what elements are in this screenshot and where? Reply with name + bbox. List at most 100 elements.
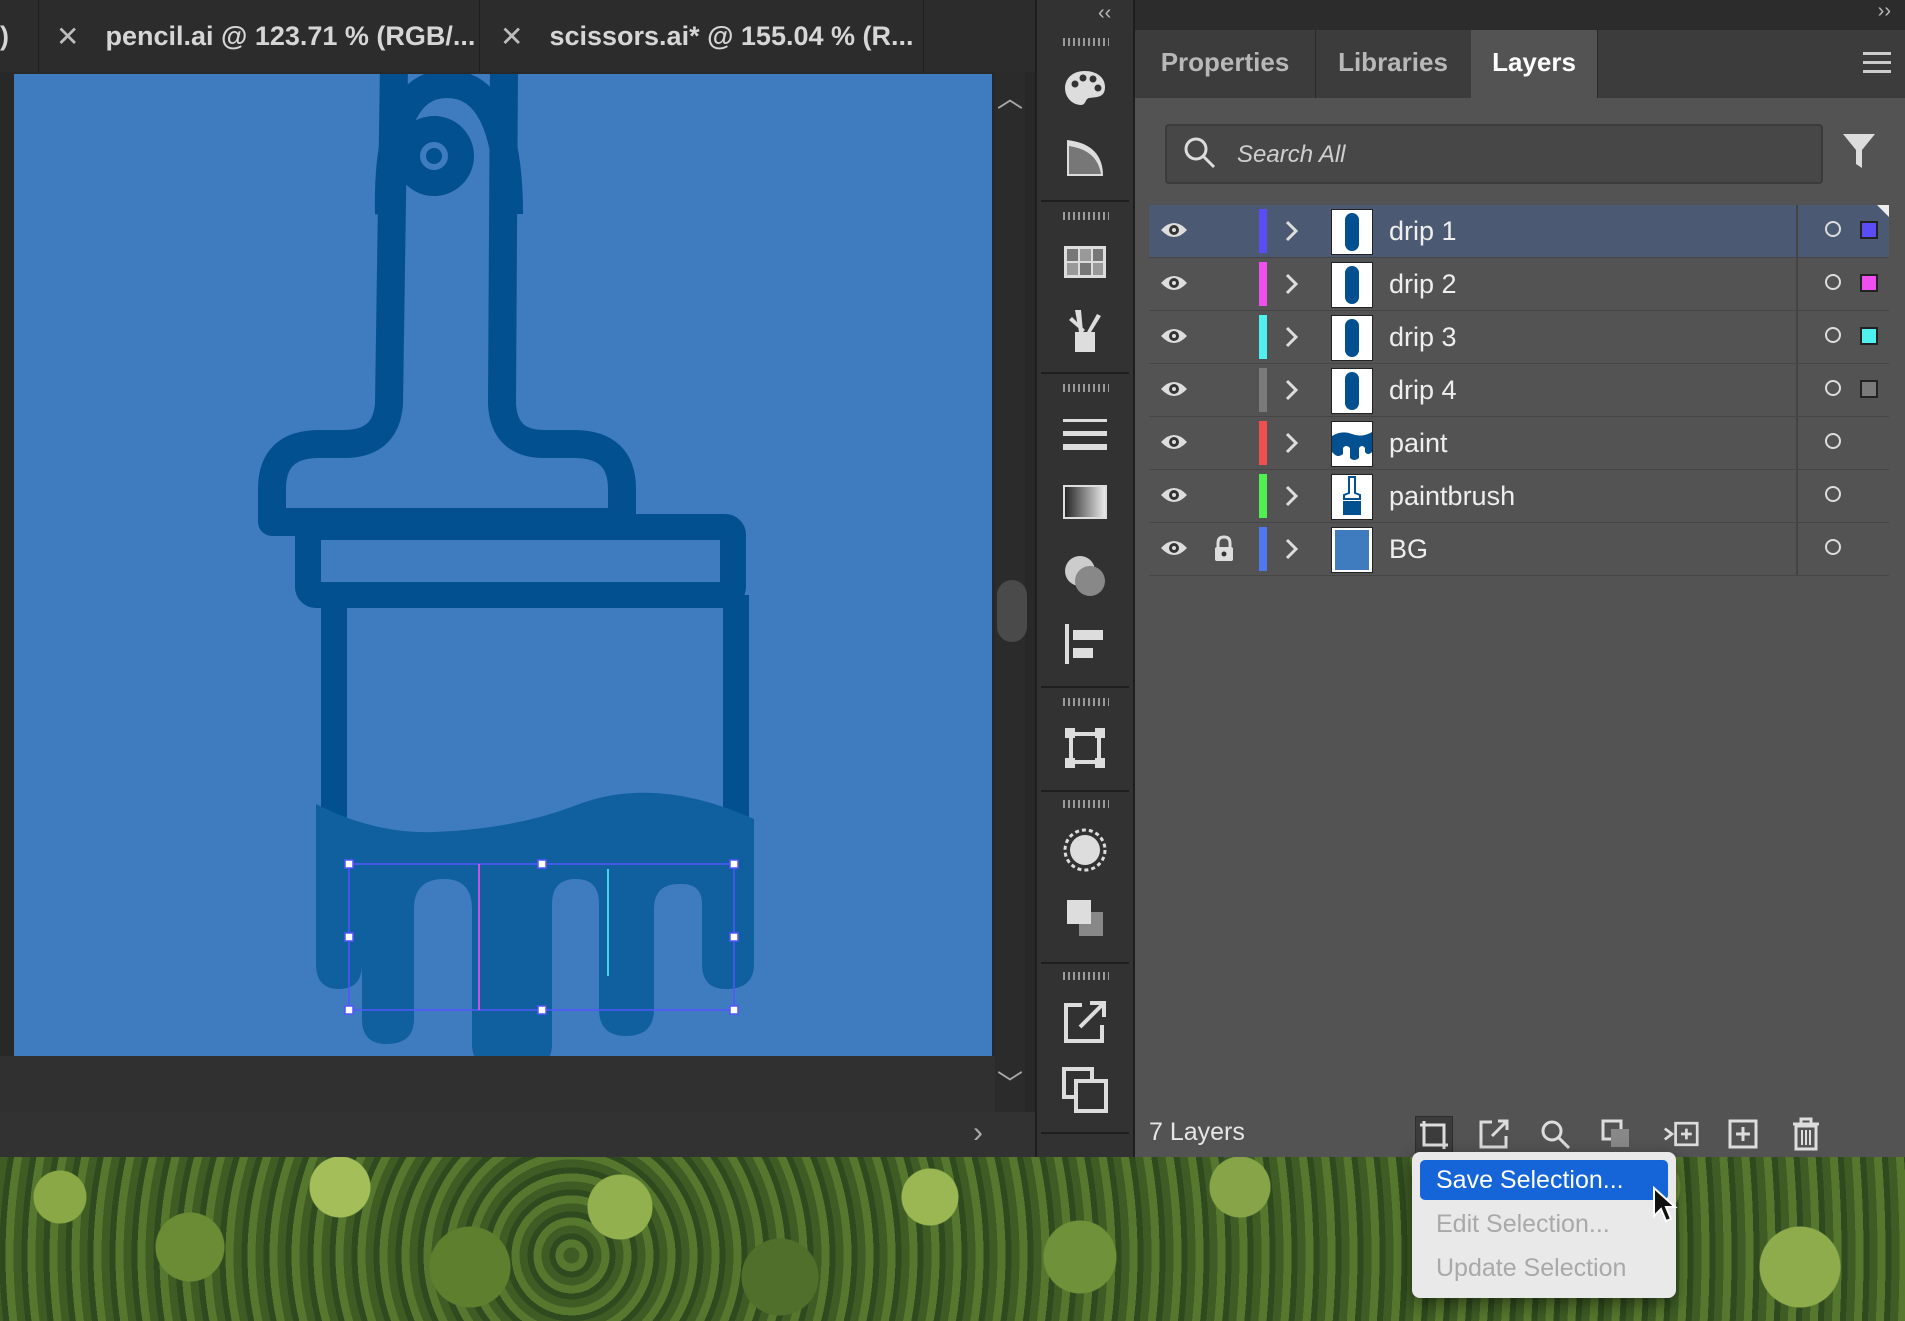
close-icon[interactable]: ✕ [56,20,79,53]
locate-object-icon[interactable] [1537,1116,1573,1152]
stroke-icon[interactable] [1061,410,1109,458]
layer-name[interactable]: paint [1389,417,1448,469]
vertical-scrollbar[interactable]: ︿ ﹀ [995,72,1027,1112]
tab-properties[interactable]: Properties [1135,30,1316,98]
delete-layer-icon[interactable] [1788,1116,1824,1152]
export-selection-icon[interactable] [1476,1116,1512,1152]
layers-search[interactable] [1165,124,1823,184]
grip-handle[interactable] [1063,384,1109,392]
layer-target-icon[interactable] [1825,274,1841,290]
layer-name[interactable]: drip 2 [1389,258,1457,310]
horizontal-scroll-track[interactable] [0,1056,995,1112]
visibility-eye-icon[interactable] [1159,431,1189,453]
menu-item-edit-selection[interactable]: Edit Selection... [1420,1204,1668,1244]
visibility-eye-icon[interactable] [1159,537,1189,559]
tab-partial-label: ) [0,21,9,51]
layer-row[interactable]: drip 4 [1149,364,1889,417]
layer-target-icon[interactable] [1825,380,1841,396]
layer-name[interactable]: drip 3 [1389,311,1457,363]
layer-count: 7 Layers [1149,1118,1245,1146]
tab-scissors[interactable]: ✕ scissors.ai* @ 155.04 % (R... [482,0,924,72]
paintbrush-artwork[interactable] [14,74,992,1056]
export-icon[interactable] [1061,998,1109,1046]
swatches-icon[interactable] [1061,238,1109,286]
visibility-eye-icon[interactable] [1159,378,1189,400]
visibility-eye-icon[interactable] [1159,484,1189,506]
layer-row[interactable]: drip 2 [1149,258,1889,311]
expand-chevron-icon[interactable] [1284,272,1300,296]
grip-handle[interactable] [1063,972,1109,980]
align-icon[interactable] [1061,620,1109,668]
grip-handle[interactable] [1063,212,1109,220]
tab-libraries[interactable]: Libraries [1315,30,1472,98]
pathfinder-icon[interactable] [1061,894,1109,942]
transform-icon[interactable] [1061,724,1109,772]
panel-menu-icon[interactable] [1863,52,1891,79]
artboard[interactable] [14,74,992,1056]
menu-item-update-selection[interactable]: Update Selection [1420,1248,1668,1288]
selection-indicator[interactable] [1860,380,1878,398]
expand-panels-icon[interactable]: ›› [1878,0,1891,23]
close-icon[interactable]: ✕ [500,20,523,53]
artboards-icon[interactable] [1061,1066,1109,1114]
create-new-layer-icon[interactable] [1725,1116,1761,1152]
filter-icon[interactable] [1842,132,1876,170]
scroll-right-icon[interactable]: › [973,1116,983,1150]
layer-thumbnail [1331,421,1373,467]
expand-chevron-icon[interactable] [1284,378,1300,402]
visibility-eye-icon[interactable] [1159,325,1189,347]
document-tab-bar: ) ✕ pencil.ai @ 123.71 % (RGB/... ✕ scis… [0,0,1035,72]
appearance-icon[interactable] [1061,826,1109,874]
current-layer-indicator [1877,205,1889,217]
layer-name[interactable]: drip 4 [1389,364,1457,416]
layer-target-icon[interactable] [1825,486,1841,502]
layer-target-icon[interactable] [1825,539,1841,555]
layer-row[interactable]: paint [1149,417,1889,470]
visibility-eye-icon[interactable] [1159,272,1189,294]
visibility-eye-icon[interactable] [1159,219,1189,241]
selection-indicator[interactable] [1860,274,1878,292]
tab-layers[interactable]: Layers [1471,30,1598,98]
lock-icon[interactable] [1213,535,1235,563]
layer-row[interactable]: BG [1149,523,1889,576]
layer-name[interactable]: paintbrush [1389,470,1515,522]
gradient-icon[interactable] [1061,478,1109,526]
expand-chevron-icon[interactable] [1284,325,1300,349]
canvas-area[interactable]: ︿ ﹀ › [0,72,1035,1157]
grip-handle[interactable] [1063,38,1109,46]
layer-color-bar [1259,262,1267,306]
layer-name[interactable]: drip 1 [1389,205,1457,257]
layer-target-icon[interactable] [1825,327,1841,343]
expand-chevron-icon[interactable] [1284,537,1300,561]
expand-chevron-icon[interactable] [1284,431,1300,455]
tab-pencil[interactable]: ✕ pencil.ai @ 123.71 % (RGB/... [40,0,480,72]
brushes-icon[interactable] [1061,306,1109,354]
create-sublayer-icon[interactable] [1663,1116,1699,1152]
expand-chevron-icon[interactable] [1284,219,1300,243]
selection-indicator[interactable] [1860,327,1878,345]
make-clipping-mask-icon[interactable] [1598,1116,1634,1152]
transparency-icon[interactable] [1061,552,1109,600]
grip-handle[interactable] [1063,698,1109,706]
color-guide-icon[interactable] [1061,134,1109,182]
layer-target-icon[interactable] [1825,221,1841,237]
layer-row[interactable]: drip 1 [1149,205,1889,258]
expand-chevron-icon[interactable] [1284,484,1300,508]
tab-partial[interactable]: ) [0,0,39,72]
scroll-up-icon[interactable]: ︿ [995,78,1025,115]
collapse-panels-icon[interactable]: ‹‹ [1098,2,1111,25]
color-palette-icon[interactable] [1061,64,1109,112]
layer-name[interactable]: BG [1389,523,1428,575]
scroll-thumb[interactable] [997,580,1027,642]
menu-item-save-selection[interactable]: Save Selection... [1420,1160,1668,1200]
layer-row[interactable]: drip 3 [1149,311,1889,364]
collect-for-export-icon[interactable] [1415,1116,1453,1154]
brush-ferrule [295,514,746,608]
layer-row[interactable]: paintbrush [1149,470,1889,523]
grip-handle[interactable] [1063,800,1109,808]
layers-panel-footer: 7 Layers [1135,1108,1905,1157]
search-input[interactable] [1235,126,1799,184]
layer-target-icon[interactable] [1825,433,1841,449]
selection-indicator[interactable] [1860,221,1878,239]
scroll-down-icon[interactable]: ﹀ [995,1064,1025,1101]
